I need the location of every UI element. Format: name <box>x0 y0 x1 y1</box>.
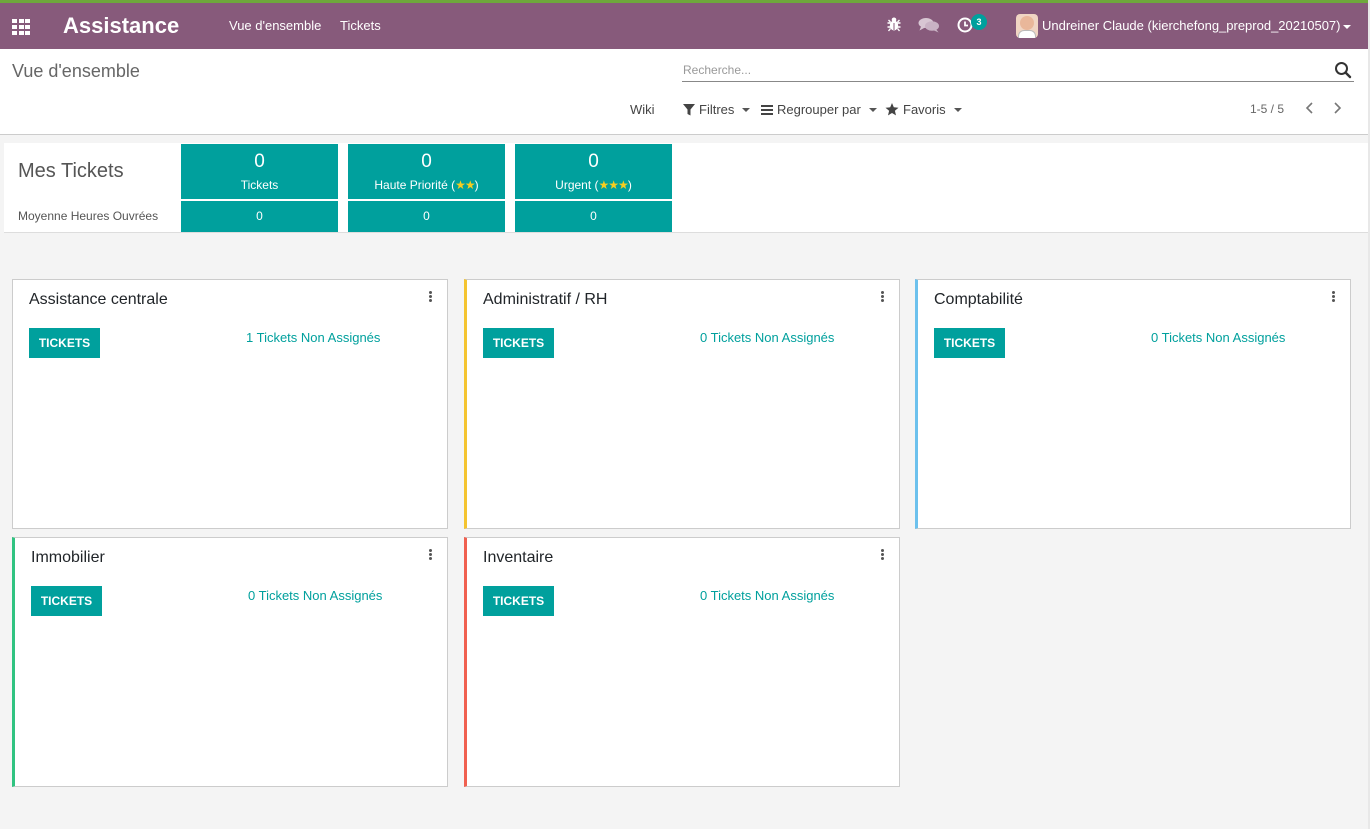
team-name[interactable]: Assistance centrale <box>29 291 168 309</box>
team-card[interactable]: Comptabilité TICKETS 0 Tickets Non Assig… <box>915 279 1351 529</box>
team-card[interactable]: Inventaire TICKETS 0 Tickets Non Assigné… <box>464 537 900 787</box>
wiki-button[interactable]: Wiki <box>630 102 655 117</box>
breadcrumb: Vue d'ensemble <box>12 61 140 81</box>
favorites-button[interactable]: Favoris <box>885 102 962 117</box>
kpi-high-priority-label-end: ) <box>474 178 479 192</box>
team-card[interactable]: Assistance centrale TICKETS 1 Tickets No… <box>12 279 448 529</box>
two-star-icon: ★★ <box>455 178 475 192</box>
kpi-high-priority-avg[interactable]: 0 <box>348 201 505 232</box>
kpi-urgent-label: Urgent ( <box>555 178 599 192</box>
tickets-button[interactable]: TICKETS <box>483 328 554 358</box>
filters-button[interactable]: Filtres <box>683 102 751 117</box>
dashboard-subtitle: Moyenne Heures Ouvrées <box>18 209 159 223</box>
pager-previous-icon[interactable] <box>1304 101 1316 115</box>
kpi-tickets-avg-value: 0 <box>256 209 263 223</box>
kpi-urgent[interactable]: 0 Urgent (★★★) <box>515 144 672 199</box>
kpi-tickets-value: 0 <box>254 151 265 172</box>
filters-caret-icon <box>742 107 751 112</box>
kpi-high-priority-avg-value: 0 <box>423 209 430 223</box>
tickets-button[interactable]: TICKETS <box>31 586 102 616</box>
tickets-button[interactable]: TICKETS <box>483 586 554 616</box>
bug-icon[interactable] <box>886 16 902 32</box>
card-menu-icon[interactable] <box>879 290 885 304</box>
kpi-urgent-avg[interactable]: 0 <box>515 201 672 232</box>
app-title[interactable]: Assistance <box>63 13 179 39</box>
kpi-urgent-label-end: ) <box>627 178 632 192</box>
kpi-urgent-value: 0 <box>588 151 599 172</box>
kpi-tickets-avg[interactable]: 0 <box>181 201 338 232</box>
team-card[interactable]: Immobilier TICKETS 0 Tickets Non Assigné… <box>12 537 448 787</box>
activity-count-badge: 3 <box>971 14 987 30</box>
my-tickets-dashboard: Mes Tickets Moyenne Heures Ouvrées 0 Tic… <box>4 143 1368 233</box>
kpi-high-priority-value: 0 <box>421 151 432 172</box>
top-navbar: Assistance Vue d'ensemble Tickets 3 Undr… <box>0 0 1368 49</box>
team-name[interactable]: Immobilier <box>31 549 105 567</box>
kpi-urgent-avg-value: 0 <box>590 209 597 223</box>
unassigned-tickets-link[interactable]: 0 Tickets Non Assignés <box>700 330 834 345</box>
favorites-label: Favoris <box>903 102 946 117</box>
filter-icon <box>683 103 695 115</box>
pager-value[interactable]: 1-5 / 5 <box>1250 102 1284 116</box>
group-by-label: Regrouper par <box>777 102 861 117</box>
search-bar <box>682 59 1354 82</box>
chat-icon[interactable] <box>918 17 940 33</box>
kpi-urgent-label-wrap: Urgent (★★★) <box>515 178 672 192</box>
control-panel: Vue d'ensemble Wiki Filtres Regrouper pa… <box>0 49 1368 135</box>
star-icon <box>885 103 899 116</box>
card-menu-icon[interactable] <box>427 290 433 304</box>
group-by-caret-icon <box>868 107 877 112</box>
kpi-high-priority-label-wrap: Haute Priorité (★★) <box>348 178 505 192</box>
tickets-button[interactable]: TICKETS <box>934 328 1005 358</box>
user-menu-caret-icon[interactable] <box>1343 25 1351 29</box>
unassigned-tickets-link[interactable]: 1 Tickets Non Assignés <box>246 330 380 345</box>
team-name[interactable]: Inventaire <box>483 549 553 567</box>
kpi-high-priority[interactable]: 0 Haute Priorité (★★) <box>348 144 505 199</box>
dashboard-title: Mes Tickets <box>18 160 124 182</box>
pager-next-icon[interactable] <box>1331 101 1343 115</box>
group-by-button[interactable]: Regrouper par <box>761 102 877 117</box>
three-star-icon: ★★★ <box>598 178 629 192</box>
menu-tickets[interactable]: Tickets <box>340 18 381 33</box>
kpi-high-priority-label: Haute Priorité ( <box>374 178 456 192</box>
list-icon <box>761 104 773 115</box>
unassigned-tickets-link[interactable]: 0 Tickets Non Assignés <box>248 588 382 603</box>
user-menu[interactable]: Undreiner Claude (kierchefong_preprod_20… <box>1042 18 1340 33</box>
menu-vue-ensemble[interactable]: Vue d'ensemble <box>229 18 321 33</box>
search-icon[interactable] <box>1334 61 1352 79</box>
team-name[interactable]: Administratif / RH <box>483 291 607 309</box>
unassigned-tickets-link[interactable]: 0 Tickets Non Assignés <box>1151 330 1285 345</box>
search-input[interactable] <box>683 61 1313 79</box>
card-menu-icon[interactable] <box>427 548 433 562</box>
card-menu-icon[interactable] <box>1330 290 1336 304</box>
favorites-caret-icon <box>953 107 962 112</box>
filters-label: Filtres <box>699 102 735 117</box>
team-card[interactable]: Administratif / RH TICKETS 0 Tickets Non… <box>464 279 900 529</box>
unassigned-tickets-link[interactable]: 0 Tickets Non Assignés <box>700 588 834 603</box>
team-name[interactable]: Comptabilité <box>934 291 1023 309</box>
kpi-tickets-label: Tickets <box>240 178 279 192</box>
apps-icon[interactable] <box>12 19 30 35</box>
tickets-button[interactable]: TICKETS <box>29 328 100 358</box>
card-menu-icon[interactable] <box>879 548 885 562</box>
kpi-tickets[interactable]: 0 Tickets <box>181 144 338 199</box>
user-avatar[interactable] <box>1016 14 1038 38</box>
